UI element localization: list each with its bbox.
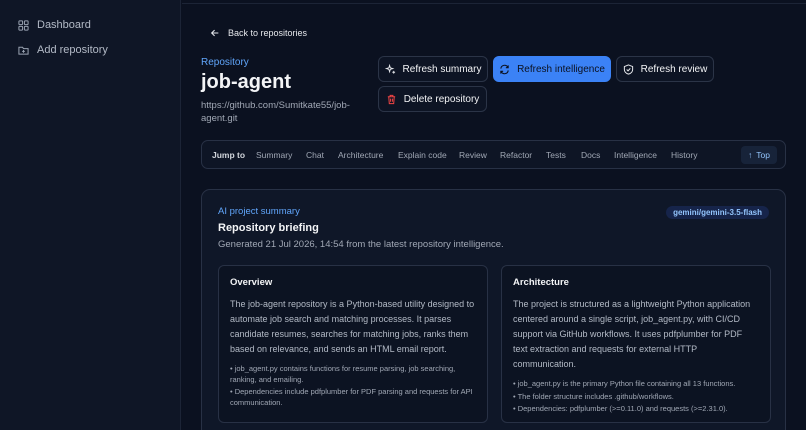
repository-url: https://github.com/Sumitkate55/job-agent… <box>201 100 350 124</box>
architecture-panel: Architecture The project is structured a… <box>501 265 771 423</box>
refresh-icon <box>500 64 509 74</box>
jump-nav-chat[interactable]: Chat <box>306 150 324 160</box>
jump-nav-history[interactable]: History <box>671 150 697 160</box>
summary-generated-text: Generated 21 Jul 2026, 14:54 from the la… <box>218 239 504 250</box>
top-button-label: Top <box>756 150 770 160</box>
top-button[interactable]: ↑ Top <box>741 146 777 164</box>
jump-nav-intelligence[interactable]: Intelligence <box>614 150 657 160</box>
architecture-heading: Architecture <box>513 277 569 288</box>
overview-panel: Overview The job-agent repository is a P… <box>218 265 488 423</box>
sidebar-item-label: Dashboard <box>37 19 91 31</box>
arrow-up-icon: ↑ <box>748 150 753 160</box>
jump-nav-refactor[interactable]: Refactor <box>500 150 532 160</box>
overview-heading: Overview <box>230 277 273 288</box>
list-item: • Dependencies include pdfplumber for PD… <box>230 387 473 407</box>
grid-icon <box>18 19 29 31</box>
jump-nav-summary[interactable]: Summary <box>256 150 292 160</box>
page-title: job-agent <box>201 71 291 93</box>
shield-check-icon <box>623 63 633 75</box>
back-link-label: Back to repositories <box>228 28 308 38</box>
list-item: • job_agent.py is the primary Python fil… <box>513 379 736 388</box>
jump-nav-architecture[interactable]: Architecture <box>338 150 383 160</box>
list-item: • Dependencies: pdfplumber (>=0.11.0) an… <box>513 404 728 413</box>
delete-repository-button[interactable]: Delete repository <box>378 86 487 112</box>
back-link[interactable]: Back to repositories <box>210 28 307 38</box>
summary-title: Repository briefing <box>218 222 319 234</box>
summary-eyebrow: AI project summary <box>218 206 300 217</box>
delete-repository-label: Delete repository <box>403 93 480 105</box>
overview-bullets: • job_agent.py contains functions for re… <box>230 364 476 408</box>
list-item: • The folder structure includes .github/… <box>513 391 674 401</box>
jump-nav-explain-code[interactable]: Explain code <box>398 150 447 160</box>
overview-text: The job-agent repository is a Python-bas… <box>230 299 475 354</box>
jump-nav-review[interactable]: Review <box>459 150 487 160</box>
repository-eyebrow: Repository <box>201 57 249 68</box>
jump-nav-lead: Jump to <box>212 150 246 160</box>
jump-nav: Jump to Summary Chat Architecture Explai… <box>201 140 786 169</box>
arrow-left-icon <box>210 29 219 37</box>
model-badge: gemini/gemini-3.5-flash <box>666 206 769 219</box>
sidebar-item-dashboard[interactable]: Dashboard <box>18 16 91 34</box>
refresh-intelligence-button[interactable]: Refresh intelligence <box>493 56 611 82</box>
main-content: Back to repositories Repository job-agen… <box>182 0 806 430</box>
refresh-review-button[interactable]: Refresh review <box>616 56 714 82</box>
refresh-summary-label: Refresh summary <box>402 63 482 75</box>
trash-icon <box>387 94 395 104</box>
sidebar: Dashboard Add repository <box>0 0 181 430</box>
list-item: • job_agent.py contains functions for re… <box>230 364 456 384</box>
refresh-summary-button[interactable]: Refresh summary <box>378 56 488 82</box>
refresh-review-label: Refresh review <box>640 63 708 75</box>
jump-nav-docs[interactable]: Docs <box>581 150 600 160</box>
architecture-text: The project is structured as a lightweig… <box>513 299 751 369</box>
sidebar-item-add-repository[interactable]: Add repository <box>18 41 108 59</box>
refresh-intelligence-label: Refresh intelligence <box>517 63 605 75</box>
architecture-bullets: • job_agent.py is the primary Python fil… <box>513 379 759 415</box>
summary-card: AI project summary Repository briefing G… <box>201 189 786 430</box>
folder-plus-icon <box>18 46 29 55</box>
sidebar-item-label: Add repository <box>37 44 108 56</box>
sparkles-icon <box>384 63 395 74</box>
jump-nav-tests[interactable]: Tests <box>546 150 566 160</box>
